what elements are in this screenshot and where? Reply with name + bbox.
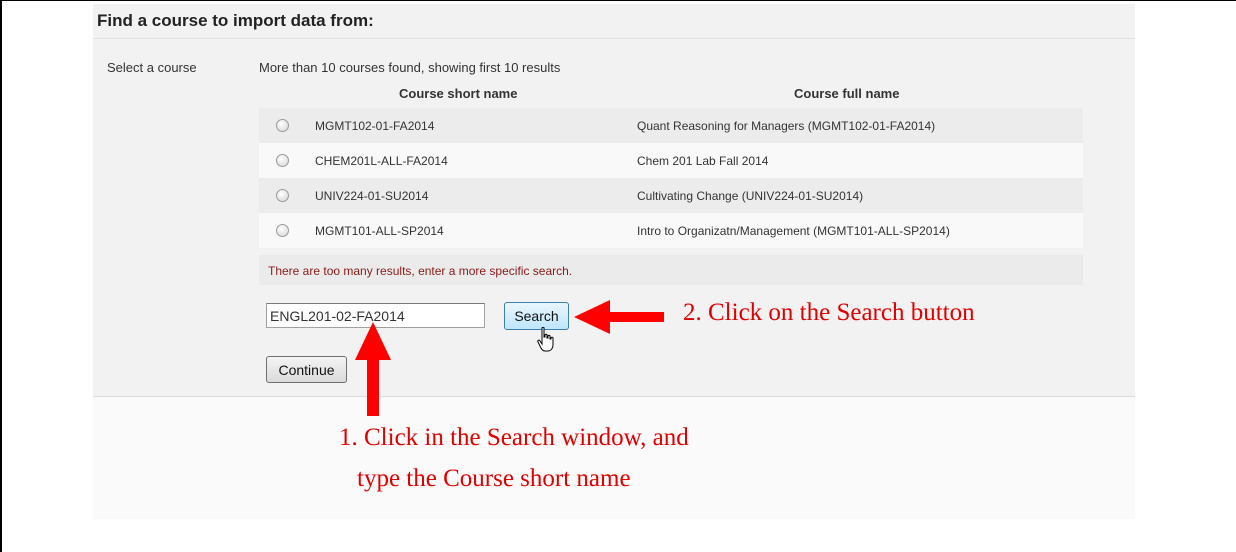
arrow-to-search-input-icon <box>355 322 391 416</box>
arrow-to-search-button-icon <box>574 300 664 334</box>
annotation-step-1-line-1: 1. Click in the Search window, and <box>339 424 689 451</box>
annotation-step-1-line-2: type the Course short name <box>357 465 631 492</box>
annotation-step-2: 2. Click on the Search button <box>683 299 975 326</box>
